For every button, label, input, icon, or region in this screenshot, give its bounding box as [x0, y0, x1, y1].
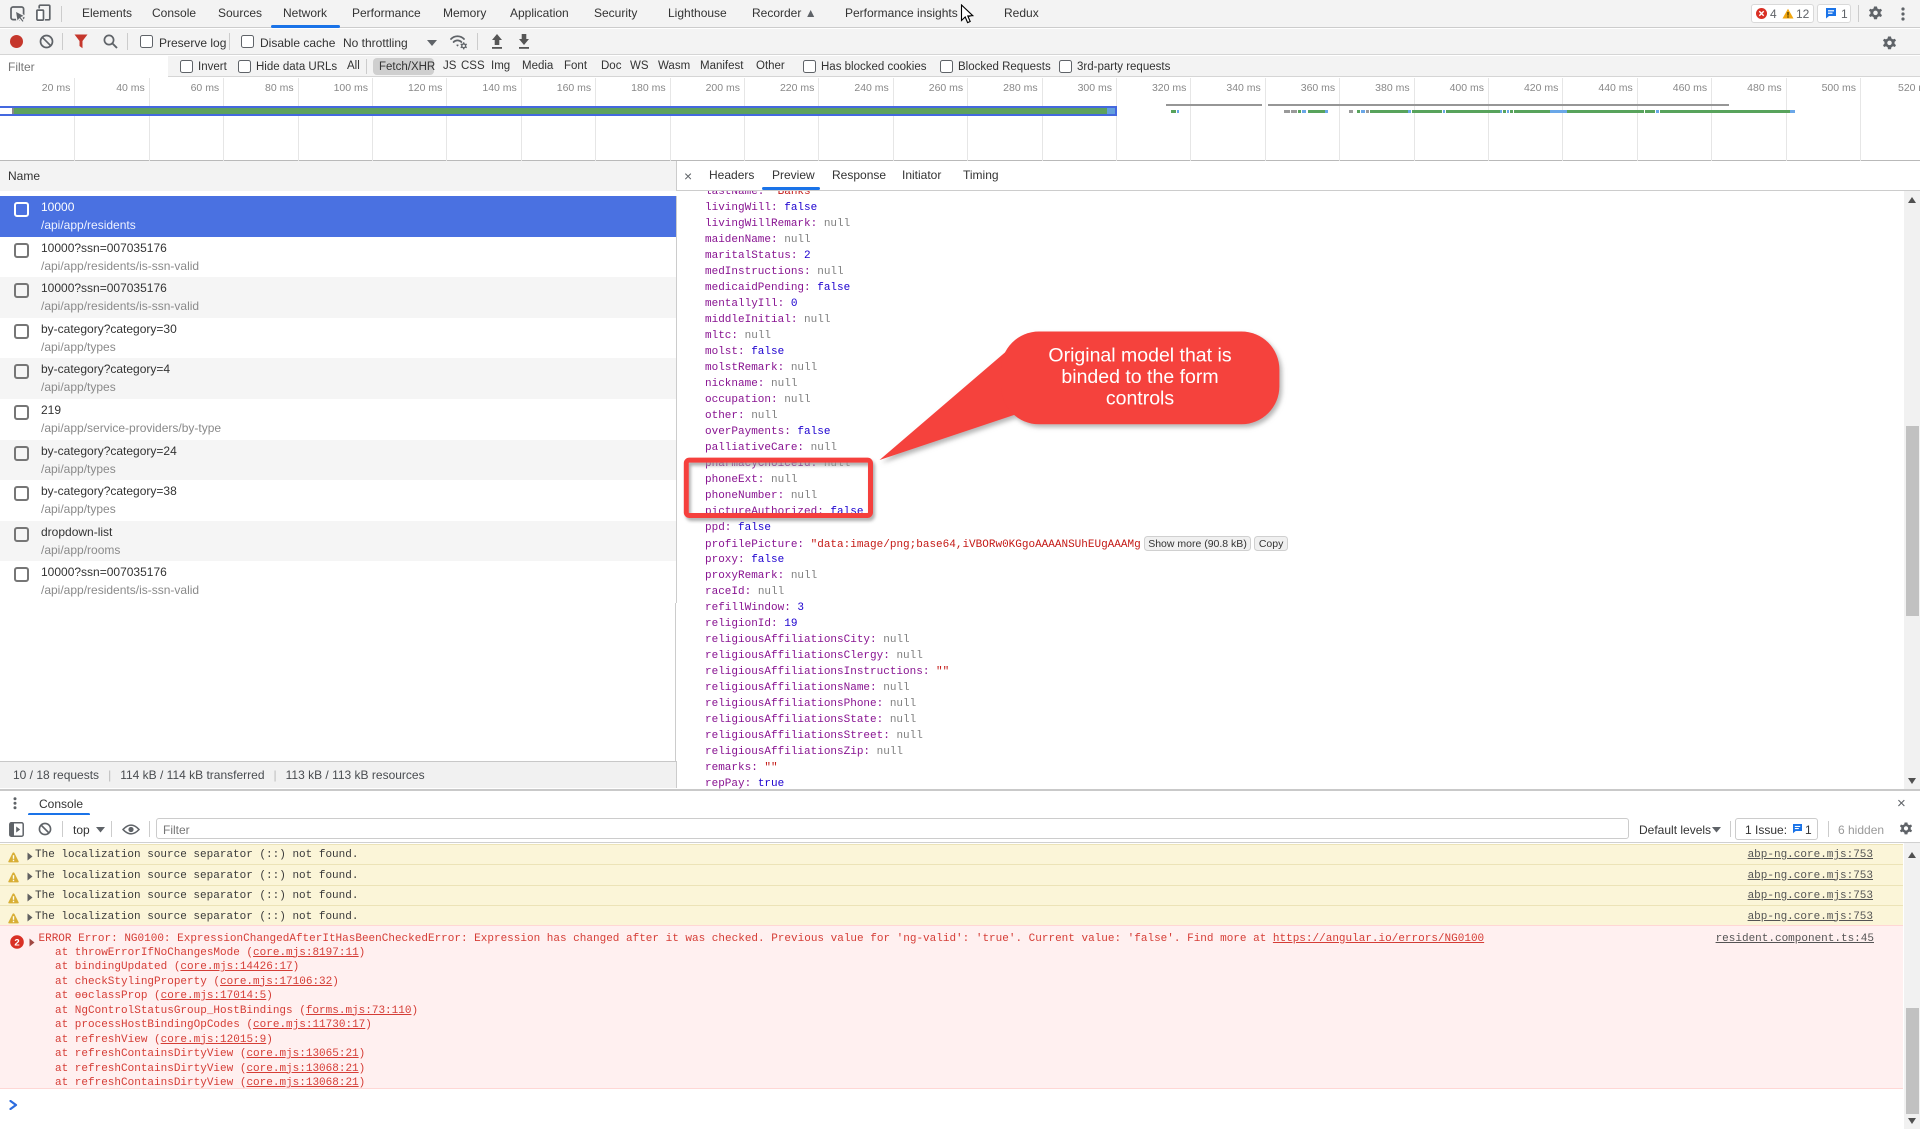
- svg-text:controls: controls: [1106, 388, 1175, 410]
- svg-text:binded to the form: binded to the form: [1061, 366, 1218, 388]
- svg-text:Original model that is: Original model that is: [1048, 345, 1231, 367]
- svg-text:2: 2: [14, 937, 19, 948]
